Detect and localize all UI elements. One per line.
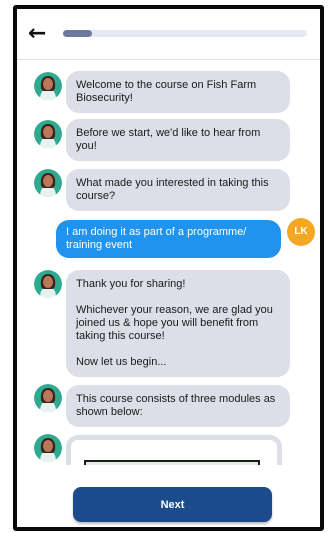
message-text: Now let us begin... <box>76 356 167 368</box>
message-text: This course consists of three modules as… <box>76 393 276 418</box>
bot-message: Welcome to the course on Fish Farm Biose… <box>66 71 290 113</box>
top-bar: ← <box>17 9 320 59</box>
message-text: Before we start, we'd like to hear from … <box>76 127 261 152</box>
message-text: Welcome to the course on Fish Farm Biose… <box>76 79 257 104</box>
message-text: Thank you for sharing! <box>76 278 186 290</box>
avatar-woman-icon <box>34 120 62 148</box>
avatar-woman-icon <box>34 384 62 412</box>
message-text: What made you interested in taking this … <box>76 177 269 202</box>
avatar-woman-icon <box>34 270 62 298</box>
avatar-woman-icon <box>34 72 62 100</box>
bot-avatar <box>34 120 62 148</box>
bot-avatar <box>34 270 62 298</box>
chat-area[interactable]: Welcome to the course on Fish Farm Biose… <box>17 60 320 465</box>
bot-avatar <box>34 434 62 462</box>
footer: Next <box>17 465 320 527</box>
bot-avatar <box>34 384 62 412</box>
bot-message: This course consists of three modules as… <box>66 385 290 427</box>
back-arrow-icon[interactable]: ← <box>28 23 46 45</box>
phone-frame: ← Welcome to the course on Fish Farm Bio… <box>13 5 324 531</box>
progress-bar <box>63 30 307 37</box>
user-message-text: I am doing it as part of a programme/ tr… <box>66 226 247 251</box>
next-button[interactable]: Next <box>73 487 272 522</box>
modules-image-card <box>66 435 282 465</box>
progress-fill <box>63 30 93 37</box>
bot-message: Thank you for sharing! Whichever your re… <box>66 270 290 377</box>
bot-message: Before we start, we'd like to hear from … <box>66 119 290 161</box>
bot-avatar <box>34 72 62 100</box>
avatar-woman-icon <box>34 434 62 462</box>
avatar-woman-icon <box>34 169 62 197</box>
bot-avatar <box>34 169 62 197</box>
user-avatar: LK <box>287 218 315 246</box>
bot-message: What made you interested in taking this … <box>66 169 290 211</box>
message-text: Whichever your reason, we are glad you j… <box>76 304 273 342</box>
user-message: I am doing it as part of a programme/ tr… <box>56 220 281 258</box>
